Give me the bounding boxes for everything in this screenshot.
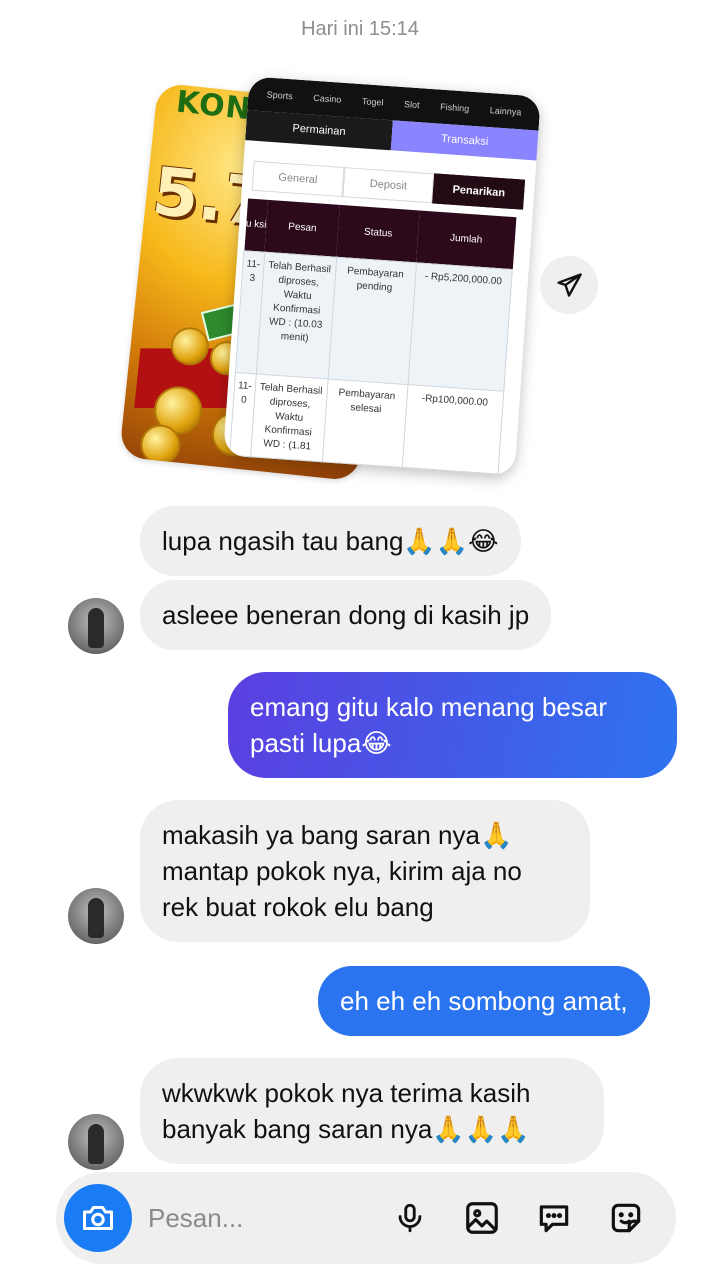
col-header: Status xyxy=(336,204,420,263)
chat-bubble-button[interactable] xyxy=(532,1196,576,1240)
message-text: eh eh eh sombong amat, xyxy=(340,986,628,1016)
send-icon xyxy=(557,273,582,297)
filter-deposit: Deposit xyxy=(342,167,435,204)
col-header: Pesan xyxy=(264,199,341,257)
cell-message: Telah Berhasil diproses, Waktu Konfirmas… xyxy=(250,373,328,462)
gallery-button[interactable] xyxy=(460,1196,504,1240)
avatar[interactable] xyxy=(68,598,124,654)
share-button[interactable] xyxy=(540,256,598,314)
nav-item: Casino xyxy=(313,92,342,105)
message-text: makasih ya bang saran nya🙏 xyxy=(162,820,513,850)
message-bubble-outgoing[interactable]: emang gitu kalo menang besar pasti lupa😂 xyxy=(228,672,677,778)
gallery-icon xyxy=(466,1202,498,1234)
transaction-table: u ksi Pesan Status Jumlah 11- 3 Telah Be… xyxy=(229,198,516,474)
message-text: lupa ngasih tau bang🙏🙏😂 xyxy=(162,526,499,556)
message-text: wkwkwk pokok nya terima kasih xyxy=(162,1078,531,1108)
nav-item: Sports xyxy=(266,89,294,102)
message-text: asleee beneran dong di kasih jp xyxy=(162,600,530,630)
avatar[interactable] xyxy=(68,1114,124,1170)
transaction-screenshot: Sports Casino Togel Slot Fishing Lainnya… xyxy=(223,76,541,476)
filter-penarikan: Penarikan xyxy=(432,173,526,210)
cell-status: Pembayaran selesai xyxy=(322,378,408,467)
message-bubble-incoming[interactable]: asleee beneran dong di kasih jp xyxy=(140,580,552,650)
nav-item: Lainnya xyxy=(489,105,522,118)
message-text: mantap pokok nya, kirim aja no xyxy=(162,856,522,886)
filter-general: General xyxy=(251,160,345,198)
shared-post[interactable]: KONG T 5.79 Sports Casino Togel Slot Fis… xyxy=(119,76,548,490)
camera-icon xyxy=(83,1206,113,1230)
timestamp: Hari ini 15:14 xyxy=(301,18,419,40)
message-text: rek buat rokok elu bang xyxy=(162,892,434,922)
cell-amount: -Rp100,000.00 xyxy=(401,384,504,474)
message-bubble-incoming[interactable]: makasih ya bang saran nya🙏 mantap pokok … xyxy=(140,800,590,942)
message-text: emang gitu kalo menang besar xyxy=(250,692,608,722)
microphone-icon xyxy=(398,1203,422,1233)
message-composer xyxy=(56,1172,676,1264)
message-bubble-incoming[interactable]: wkwkwk pokok nya terima kasih banyak ban… xyxy=(140,1058,604,1164)
message-bubble-outgoing[interactable]: eh eh eh sombong amat, xyxy=(318,966,650,1036)
chat-bubble-icon xyxy=(539,1205,569,1233)
message-text: banyak bang saran nya🙏🙏🙏 xyxy=(162,1114,530,1144)
cell-amount: - Rp5,200,000.00 xyxy=(407,262,513,391)
camera-button[interactable] xyxy=(64,1184,132,1252)
cell-message: Telah Berhasil diproses, Waktu Konfirmas… xyxy=(256,251,337,379)
message-bubble-incoming[interactable]: lupa ngasih tau bang🙏🙏😂 xyxy=(140,506,521,576)
nav-item: Slot xyxy=(403,99,420,111)
cell-status: Pembayaran pending xyxy=(327,256,417,385)
nav-item: Togel xyxy=(361,96,384,108)
sticker-icon xyxy=(611,1203,641,1233)
message-text: pasti lupa😂 xyxy=(250,728,392,758)
sticker-button[interactable] xyxy=(604,1196,648,1240)
nav-item: Fishing xyxy=(439,101,470,114)
message-input[interactable] xyxy=(148,1198,368,1238)
col-header: Jumlah xyxy=(416,210,516,270)
table-row: 11- 0 Telah Berhasil diproses, Waktu Kon… xyxy=(229,372,504,474)
table-row: 11- 3 Telah Berhasil diproses, Waktu Kon… xyxy=(235,250,513,391)
microphone-button[interactable] xyxy=(388,1196,432,1240)
avatar[interactable] xyxy=(68,888,124,944)
